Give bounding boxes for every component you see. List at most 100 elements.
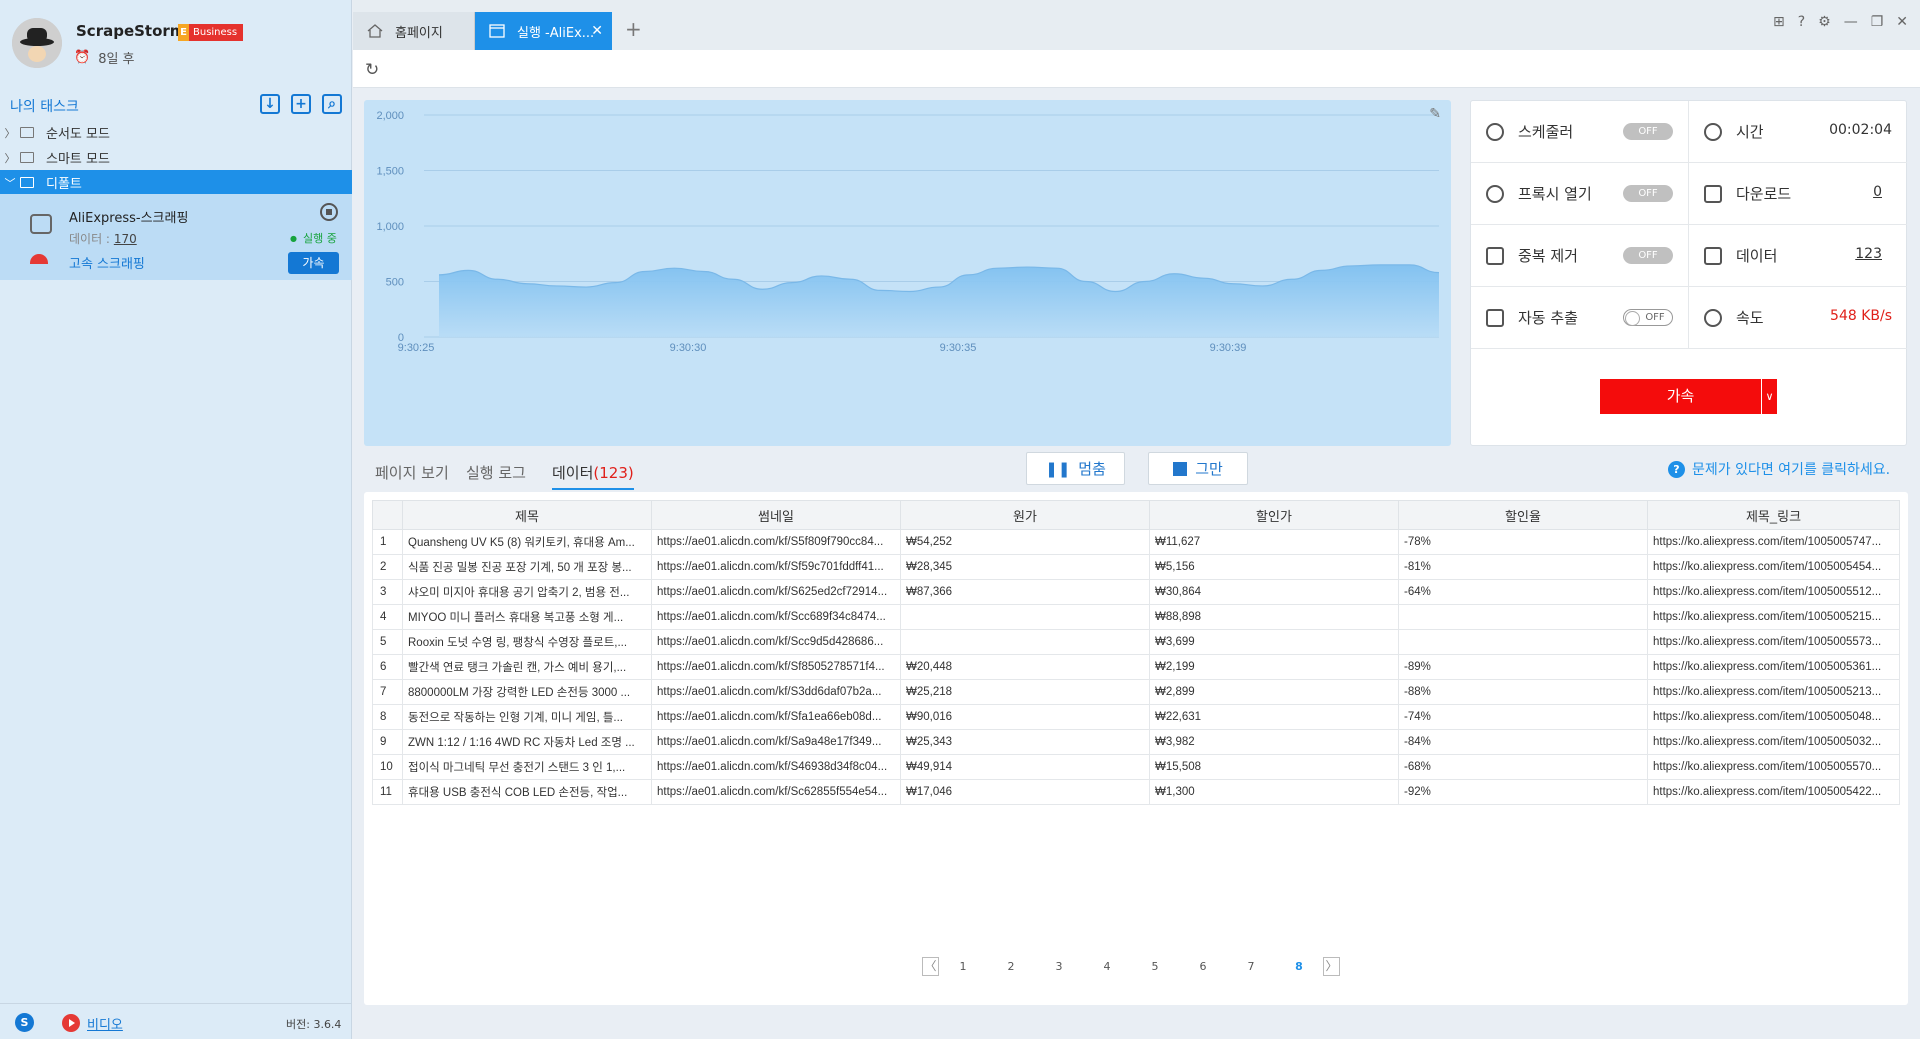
table-cell[interactable]: ₩3,982	[1149, 729, 1399, 755]
table-cell[interactable]: -78%	[1398, 529, 1648, 555]
close-window-icon[interactable]: ✕	[1896, 14, 1908, 30]
table-cell[interactable]: https://ko.aliexpress.com/item/100500536…	[1647, 654, 1900, 680]
table-cell[interactable]: -88%	[1398, 679, 1648, 705]
gear-icon[interactable]: ⚙	[1818, 14, 1831, 30]
table-cell[interactable]: https://ko.aliexpress.com/item/100500557…	[1647, 629, 1900, 655]
table-cell[interactable]: ₩22,631	[1149, 704, 1399, 730]
tree-item-smart[interactable]: 〉 스마트 모드	[0, 145, 352, 170]
table-cell[interactable]: ₩88,898	[1149, 604, 1399, 630]
table-cell[interactable]: https://ko.aliexpress.com/item/100500574…	[1647, 529, 1900, 555]
pause-button[interactable]: ❚❚ 멈춤	[1026, 452, 1125, 485]
auto-toggle[interactable]: OFF	[1623, 309, 1673, 326]
table-row[interactable]: 11 휴대용 USB 충전식 COB LED 손전등, 작업... https://…	[372, 779, 1900, 805]
table-cell[interactable]: ₩2,199	[1149, 654, 1399, 680]
page-number[interactable]: 1	[939, 960, 987, 973]
video-link[interactable]: 비디오	[87, 1014, 123, 1033]
gift-icon[interactable]: ⊞	[1773, 14, 1785, 30]
accelerate-dropdown-icon[interactable]: ∨	[1762, 379, 1777, 414]
table-cell[interactable]: 빨간색 연료 탱크 가솔린 캔, 가스 예비 용기,...	[402, 654, 652, 680]
minimize-icon[interactable]: —	[1844, 14, 1858, 30]
proxy-toggle[interactable]: OFF	[1623, 185, 1673, 202]
table-cell[interactable]: https://ae01.alicdn.com/kf/Sf59c701fddff…	[651, 554, 901, 580]
prev-page-icon[interactable]: 〈	[922, 957, 939, 976]
page-number[interactable]: 3	[1035, 960, 1083, 973]
page-number[interactable]: 2	[987, 960, 1035, 973]
table-cell[interactable]: ₩3,699	[1149, 629, 1399, 655]
table-cell[interactable]: https://ko.aliexpress.com/item/100500545…	[1647, 554, 1900, 580]
accelerate-button[interactable]: 가속	[288, 252, 339, 274]
table-cell[interactable]: https://ae01.alicdn.com/kf/Scc689f34c847…	[651, 604, 901, 630]
table-cell[interactable]: ₩2,899	[1149, 679, 1399, 705]
tab-data[interactable]: 데이터(123)	[552, 462, 634, 490]
table-cell[interactable]: -92%	[1398, 779, 1648, 805]
tab-home[interactable]: 홈페이지	[353, 12, 475, 50]
add-tab-icon[interactable]: +	[625, 17, 642, 41]
table-cell[interactable]: https://ae01.alicdn.com/kf/S3dd6daf07b2a…	[651, 679, 901, 705]
column-header[interactable]: 썸네일	[651, 500, 901, 530]
table-cell[interactable]: -89%	[1398, 654, 1648, 680]
tree-item-default[interactable]: ﹀ 디폴트	[0, 170, 352, 195]
table-row[interactable]: 7 8800000LM 가장 강력한 LED 손전등 3000 ... https:…	[372, 679, 1900, 705]
table-cell[interactable]: ₩1,300	[1149, 779, 1399, 805]
table-cell[interactable]: ₩25,218	[900, 679, 1150, 705]
help-link[interactable]: ? 문제가 있다면 여기를 클릭하세요.	[1668, 459, 1890, 479]
table-cell[interactable]: ₩30,864	[1149, 579, 1399, 605]
table-cell[interactable]: ₩5,156	[1149, 554, 1399, 580]
scheduler-toggle[interactable]: OFF	[1623, 123, 1673, 140]
add-task-icon[interactable]: +	[291, 94, 311, 114]
table-cell[interactable]: https://ko.aliexpress.com/item/100500503…	[1647, 729, 1900, 755]
table-cell[interactable]: ₩25,343	[900, 729, 1150, 755]
task-card[interactable]: AliExpress-스크래핑 데이터 : 170 실행 중 고속 스크래핑 가…	[0, 194, 352, 280]
tab-page-view[interactable]: 페이지 보기	[375, 462, 449, 483]
table-row[interactable]: 9 ZWN 1:12 / 1:16 4WD RC 자동차 Led 조명 ... ht…	[372, 729, 1900, 755]
table-cell[interactable]: 8800000LM 가장 강력한 LED 손전등 3000 ...	[402, 679, 652, 705]
tab-run[interactable]: 실행 -AliEx... ✕	[475, 12, 612, 50]
close-icon[interactable]: ✕	[591, 23, 603, 39]
table-cell[interactable]: -64%	[1398, 579, 1648, 605]
table-cell[interactable]: ₩87,366	[900, 579, 1150, 605]
dedupe-toggle[interactable]: OFF	[1623, 247, 1673, 264]
column-header[interactable]: 원가	[900, 500, 1150, 530]
table-cell[interactable]: -74%	[1398, 704, 1648, 730]
download-value[interactable]: 0	[1873, 184, 1882, 200]
table-cell[interactable]: https://ae01.alicdn.com/kf/Sf8505278571f…	[651, 654, 901, 680]
column-header[interactable]: 할인가	[1149, 500, 1399, 530]
youtube-icon[interactable]	[62, 1014, 80, 1032]
page-number[interactable]: 8	[1275, 960, 1323, 973]
table-row[interactable]: 10 접이식 마그네틱 무선 충전기 스탠드 3 인 1,... https://a…	[372, 754, 1900, 780]
next-page-icon[interactable]: 〉	[1323, 957, 1340, 976]
tree-item-flowchart[interactable]: 〉 순서도 모드	[0, 120, 352, 145]
accelerate-main-button[interactable]: 가속	[1600, 379, 1761, 414]
table-cell[interactable]: ₩28,345	[900, 554, 1150, 580]
table-cell[interactable]: https://ae01.alicdn.com/kf/Scc9d5d428686…	[651, 629, 901, 655]
table-row[interactable]: 1 Quansheng UV K5 (8) 워키토키, 휴대용 Am... http…	[372, 529, 1900, 555]
tab-log[interactable]: 실행 로그	[466, 462, 526, 483]
table-cell[interactable]: https://ko.aliexpress.com/item/100500521…	[1647, 604, 1900, 630]
restore-icon[interactable]: ❐	[1871, 14, 1884, 30]
help-icon[interactable]: ?	[1798, 14, 1805, 30]
table-cell[interactable]: https://ko.aliexpress.com/item/100500557…	[1647, 754, 1900, 780]
table-cell[interactable]: MIYOO 미니 플러스 휴대용 복고풍 소형 게...	[402, 604, 652, 630]
table-row[interactable]: 6 빨간색 연료 탱크 가솔린 캔, 가스 예비 용기,... https://ae…	[372, 654, 1900, 680]
table-cell[interactable]: https://ae01.alicdn.com/kf/Sa9a48e17f349…	[651, 729, 901, 755]
table-cell[interactable]: -81%	[1398, 554, 1648, 580]
avatar[interactable]	[12, 18, 62, 68]
task-data-value[interactable]: 170	[114, 232, 137, 246]
table-cell[interactable]: 접이식 마그네틱 무선 충전기 스탠드 3 인 1,...	[402, 754, 652, 780]
table-cell[interactable]: ₩54,252	[900, 529, 1150, 555]
table-cell[interactable]: -68%	[1398, 754, 1648, 780]
column-header[interactable]: 제목_링크	[1647, 500, 1900, 530]
table-cell[interactable]: ₩17,046	[900, 779, 1150, 805]
table-cell[interactable]: https://ae01.alicdn.com/kf/Sc62855f554e5…	[651, 779, 901, 805]
search-task-icon[interactable]: ⌕	[322, 94, 342, 114]
table-cell[interactable]: 휴대용 USB 충전식 COB LED 손전등, 작업...	[402, 779, 652, 805]
stop-button[interactable]: 그만	[1148, 452, 1248, 485]
table-row[interactable]: 5 Rooxin 도넛 수영 링, 팽창식 수영장 플로트,... https://…	[372, 629, 1900, 655]
table-row[interactable]: 2 식품 진공 밀봉 진공 포장 기계, 50 개 포장 봉... https://…	[372, 554, 1900, 580]
table-cell[interactable]	[900, 629, 1150, 655]
import-icon[interactable]: ↓	[260, 94, 280, 114]
skype-icon[interactable]: S	[15, 1013, 34, 1032]
column-header[interactable]: 할인율	[1398, 500, 1648, 530]
page-number[interactable]: 4	[1083, 960, 1131, 973]
table-cell[interactable]: ₩20,448	[900, 654, 1150, 680]
